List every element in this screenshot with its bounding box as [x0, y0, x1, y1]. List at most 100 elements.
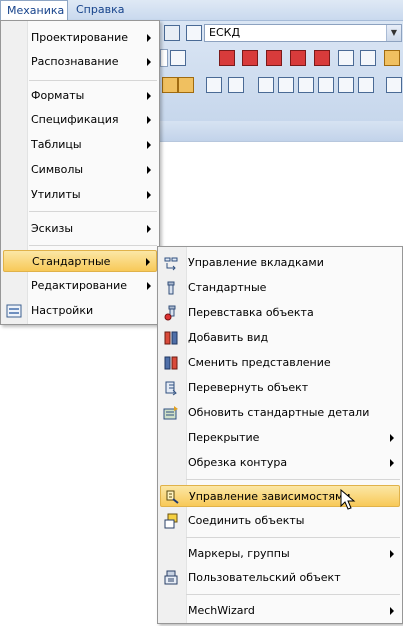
user-object-icon: [163, 570, 179, 586]
submenu-arrow-icon: [145, 85, 153, 107]
cube-front-icon[interactable]: [278, 77, 294, 93]
menu-item-label: Перекрытие: [188, 431, 260, 444]
menu-item-label: Символы: [31, 163, 84, 176]
menu-item-tab-management[interactable]: Управление вкладками: [160, 252, 400, 274]
menu-item-refresh-parts[interactable]: Обновить стандартные детали: [160, 402, 400, 424]
menu-item-label: Обрезка контура: [188, 456, 288, 469]
menu-item-label: Перевставка объекта: [188, 306, 314, 319]
flag-icon[interactable]: [384, 50, 400, 66]
menu-item-label: Форматы: [31, 89, 85, 102]
menu-help[interactable]: Справка: [70, 0, 130, 20]
refresh-parts-icon: [163, 405, 179, 421]
menu-item-dependencies[interactable]: Управление зависимостями: [160, 485, 400, 507]
menu-separator: [29, 245, 157, 246]
menu-separator: [186, 479, 400, 480]
menu-separator: [186, 537, 400, 538]
submenu-arrow-icon: [388, 427, 396, 449]
dependencies-icon: [164, 489, 180, 505]
arrow-icon[interactable]: [228, 77, 244, 93]
cube-top-icon[interactable]: [298, 77, 314, 93]
menu-item-reinsert[interactable]: Перевставка объекта: [160, 302, 400, 324]
standard-combo-value: ЕСКД: [209, 26, 241, 39]
menu-item-symbols[interactable]: Символы: [3, 159, 157, 181]
menu-item-label: Стандартные: [188, 281, 267, 294]
submenu-arrow-icon: [145, 184, 153, 206]
cube-extra-icon[interactable]: [386, 77, 402, 93]
nut-icon[interactable]: [314, 50, 330, 66]
menu-item-specification[interactable]: Спецификация: [3, 109, 157, 131]
menu-item-label: Управление вкладками: [188, 256, 324, 269]
menu-bar: Механика Справка: [0, 0, 403, 21]
menu-item-settings[interactable]: Настройки: [3, 300, 157, 322]
menu-item-label: Добавить вид: [188, 331, 269, 344]
menu-item-tables[interactable]: Таблицы: [3, 134, 157, 156]
mouse-pointer-icon: [340, 488, 358, 511]
menu-item-label: Перевернуть объект: [188, 381, 309, 394]
menu-item-markers-groups[interactable]: Маркеры, группы: [160, 543, 400, 565]
menu-item-label: Пользовательский объект: [188, 571, 341, 584]
menu-item-label: Утилиты: [31, 188, 81, 201]
reinsert-tool-icon[interactable]: [242, 50, 258, 66]
grid-icon[interactable]: [338, 50, 354, 66]
menu-item-recognition[interactable]: Распознавание: [3, 51, 157, 73]
mechanics-menu: Проектирование Распознавание Форматы Спе…: [0, 20, 160, 325]
menu-item-label: Редактирование: [31, 279, 127, 292]
menu-item-standard[interactable]: Стандартные: [3, 250, 157, 272]
menu-item-mechwizard[interactable]: MechWizard: [160, 600, 400, 622]
flip-icon: [163, 380, 179, 396]
bolt-icon[interactable]: [290, 50, 306, 66]
add-view-icon: [163, 330, 179, 346]
menu-item-formats[interactable]: Форматы: [3, 85, 157, 107]
cube-iso-icon[interactable]: [358, 77, 374, 93]
menu-item-label: Эскизы: [31, 222, 74, 235]
standard-part-icon: [163, 280, 179, 296]
menu-item-label: Спецификация: [31, 113, 119, 126]
menu-item-user-object[interactable]: Пользовательский объект: [160, 567, 400, 589]
box-icon[interactable]: [178, 77, 194, 93]
menu-item-change-view[interactable]: Сменить представление: [160, 352, 400, 374]
block-icon[interactable]: [360, 50, 376, 66]
menu-item-utilities[interactable]: Утилиты: [3, 184, 157, 206]
menu-item-design[interactable]: Проектирование: [3, 27, 157, 49]
cube-side-icon[interactable]: [318, 77, 334, 93]
submenu-arrow-icon: [145, 218, 153, 240]
star-icon[interactable]: [266, 50, 282, 66]
layers-icon[interactable]: [170, 50, 186, 66]
menu-item-editing[interactable]: Редактирование: [3, 275, 157, 297]
settings-icon: [6, 303, 22, 319]
menu-mechanics[interactable]: Механика: [0, 0, 68, 20]
menu-item-flip-object[interactable]: Перевернуть объект: [160, 377, 400, 399]
standard-combo[interactable]: ЕСКД ▼: [204, 24, 402, 42]
menu-item-label: Обновить стандартные детали: [188, 406, 370, 419]
menu-item-label: Настройки: [31, 304, 94, 317]
standard-submenu: Управление вкладками Стандартные Перевст…: [157, 246, 403, 624]
submenu-arrow-icon: [145, 275, 153, 297]
group-icon[interactable]: [162, 77, 178, 93]
menu-item-label: MechWizard: [188, 604, 255, 617]
menu-item-add-view[interactable]: Добавить вид: [160, 327, 400, 349]
toolbar-handle-icon: [164, 25, 180, 41]
menu-item-overlap[interactable]: Перекрытие: [160, 427, 400, 449]
menu-item-contour-trim[interactable]: Обрезка контура: [160, 452, 400, 474]
menu-item-label: Стандартные: [32, 255, 111, 268]
menu-item-join-objects[interactable]: Соединить объекты: [160, 510, 400, 532]
menu-item-label: Распознавание: [31, 55, 119, 68]
menu-separator: [29, 80, 157, 81]
footprint-icon[interactable]: [206, 77, 222, 93]
style-icon[interactable]: [186, 25, 202, 41]
chevron-down-icon[interactable]: ▼: [386, 25, 401, 41]
menu-item-label: Управление зависимостями: [189, 490, 351, 503]
menu-item-standard-parts[interactable]: Стандартные: [160, 277, 400, 299]
tab-manage-icon: [163, 255, 179, 271]
submenu-arrow-icon: [145, 51, 153, 73]
cube-icon[interactable]: [258, 77, 274, 93]
submenu-arrow-icon: [145, 134, 153, 156]
menu-item-label: Маркеры, группы: [188, 547, 290, 560]
reinsert-icon: [163, 305, 179, 321]
part-icon[interactable]: [219, 50, 235, 66]
cube-back-icon[interactable]: [338, 77, 354, 93]
menu-item-sketches[interactable]: Эскизы: [3, 218, 157, 240]
change-view-icon: [163, 355, 179, 371]
submenu-arrow-icon: [388, 543, 396, 565]
combo-edge[interactable]: [160, 49, 168, 67]
